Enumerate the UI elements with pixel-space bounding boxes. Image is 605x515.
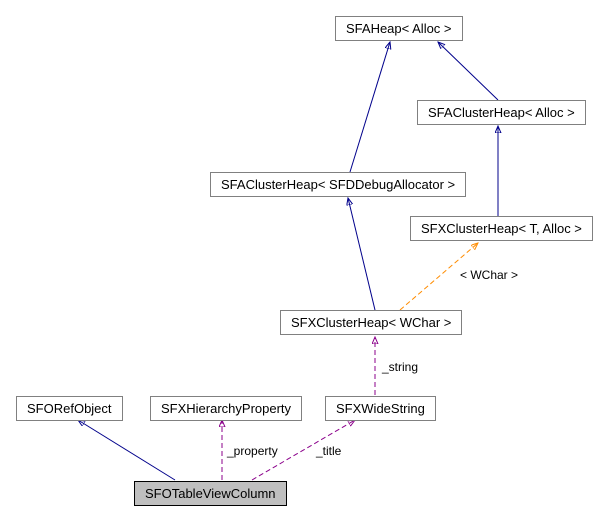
node-sfxhierarchy[interactable]: SFXHierarchyProperty bbox=[150, 396, 302, 421]
node-label: SFXClusterHeap< WChar > bbox=[291, 315, 451, 330]
node-sfxclusterheap-talloc[interactable]: SFXClusterHeap< T, Alloc > bbox=[410, 216, 593, 241]
node-label: SFAHeap< Alloc > bbox=[346, 21, 452, 36]
node-label: SFORefObject bbox=[27, 401, 112, 416]
node-sfotableviewcolumn[interactable]: SFOTableViewColumn bbox=[134, 481, 287, 506]
node-sfxwidestring[interactable]: SFXWideString bbox=[325, 396, 436, 421]
node-label: SFXClusterHeap< T, Alloc > bbox=[421, 221, 582, 236]
edge-label-wchar: < WChar > bbox=[460, 268, 518, 282]
node-sfaheap[interactable]: SFAHeap< Alloc > bbox=[335, 16, 463, 41]
node-label: SFAClusterHeap< SFDDebugAllocator > bbox=[221, 177, 455, 192]
edge-label-title: _title bbox=[316, 444, 341, 458]
node-sfxclusterheap-wchar[interactable]: SFXClusterHeap< WChar > bbox=[280, 310, 462, 335]
node-sfaclusterheap-debug[interactable]: SFAClusterHeap< SFDDebugAllocator > bbox=[210, 172, 466, 197]
edge-label-property: _property bbox=[227, 444, 278, 458]
node-sfaclusterheap-alloc[interactable]: SFAClusterHeap< Alloc > bbox=[417, 100, 586, 125]
node-label: SFXWideString bbox=[336, 401, 425, 416]
node-label: SFXHierarchyProperty bbox=[161, 401, 291, 416]
node-sforefobject[interactable]: SFORefObject bbox=[16, 396, 123, 421]
node-label: SFOTableViewColumn bbox=[145, 486, 276, 501]
node-label: SFAClusterHeap< Alloc > bbox=[428, 105, 575, 120]
edge-label-string: _string bbox=[382, 360, 418, 374]
